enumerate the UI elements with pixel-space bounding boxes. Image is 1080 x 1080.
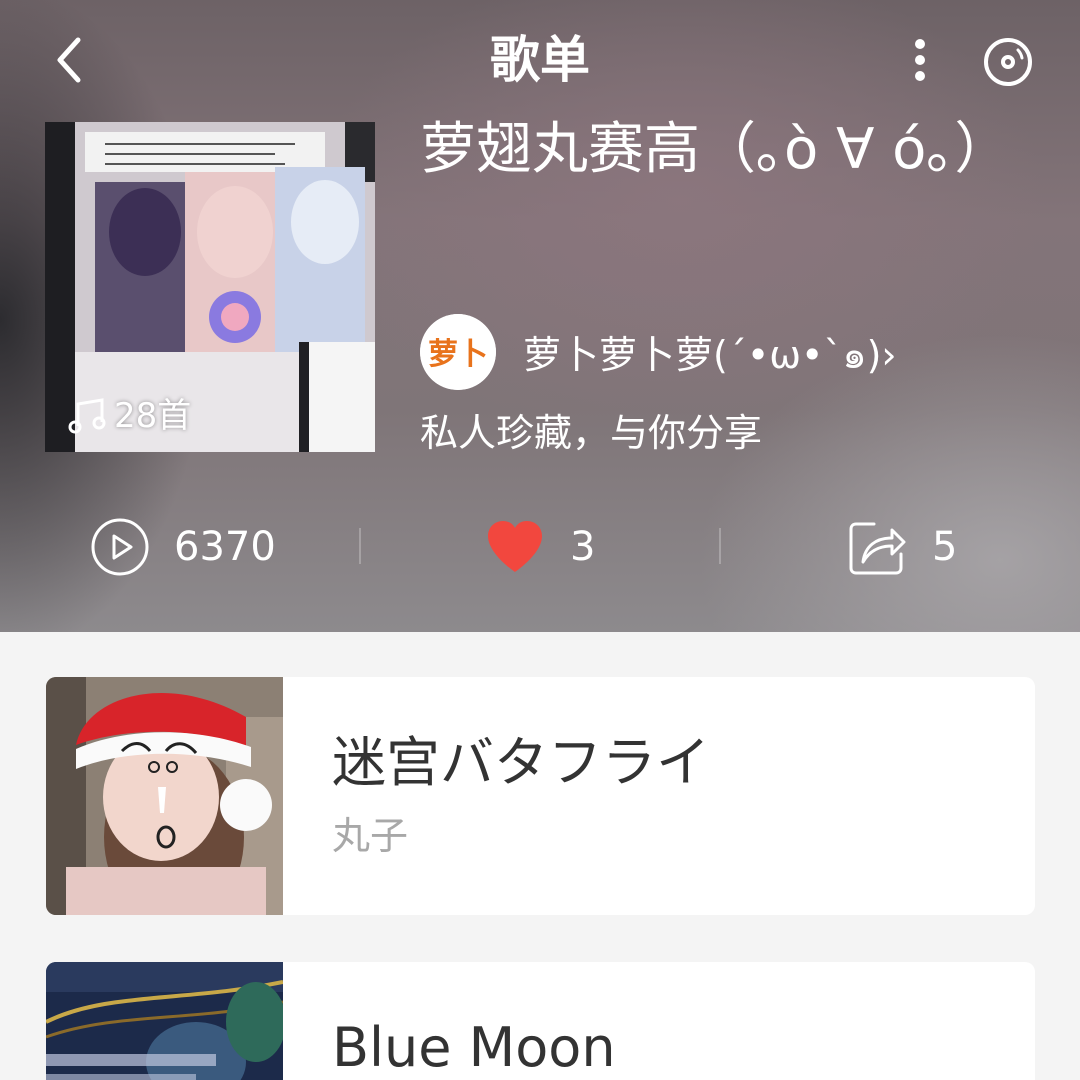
like-count: 3 <box>570 524 596 570</box>
playlist-title: 萝翅丸赛高（｡ò ∀ ó｡） <box>420 117 1011 182</box>
song-cover-image <box>46 962 283 1080</box>
stat-divider <box>719 528 721 564</box>
music-note-icon <box>68 398 106 434</box>
song-title: Blue Moon <box>332 1016 616 1079</box>
song-thumbnail <box>46 962 283 1080</box>
song-artist: 丸子 <box>332 814 409 858</box>
play-circle-icon <box>91 518 149 576</box>
track-count: 28首 <box>68 394 191 438</box>
playlist-description: 私人珍藏，与你分享 <box>420 411 763 455</box>
creator-avatar[interactable]: 萝卜 <box>420 314 496 390</box>
share-button[interactable]: 5 <box>848 515 957 579</box>
now-playing-disc-icon[interactable] <box>982 36 1034 88</box>
song-title: 迷宫バタフライ <box>332 731 710 794</box>
track-count-label: 28首 <box>114 396 192 436</box>
top-bar: 歌单 <box>0 0 1080 120</box>
back-icon[interactable] <box>48 34 92 86</box>
avatar-image: 萝卜 <box>420 314 496 390</box>
song-card[interactable]: Blue Moon <box>46 962 1035 1080</box>
share-count: 5 <box>932 524 958 570</box>
play-count: 6370 <box>174 524 276 570</box>
avatar-text: 萝卜 <box>428 338 488 371</box>
song-thumbnail <box>46 677 283 915</box>
share-icon <box>849 522 906 575</box>
like-button[interactable]: 3 <box>486 515 595 579</box>
more-options-icon[interactable] <box>898 36 942 84</box>
play-count-button[interactable]: 6370 <box>90 515 276 579</box>
creator-name-link[interactable]: 萝卜萝卜萝(´•ω•`๑)› <box>523 330 897 380</box>
song-cover-image <box>46 677 283 915</box>
creator-name: 萝卜萝卜萝(´•ω•`๑) <box>523 333 882 377</box>
heart-icon <box>488 521 542 572</box>
stat-divider <box>359 528 361 564</box>
chevron-right-icon: › <box>881 333 897 377</box>
song-card[interactable]: 迷宫バタフライ 丸子 <box>46 677 1035 915</box>
